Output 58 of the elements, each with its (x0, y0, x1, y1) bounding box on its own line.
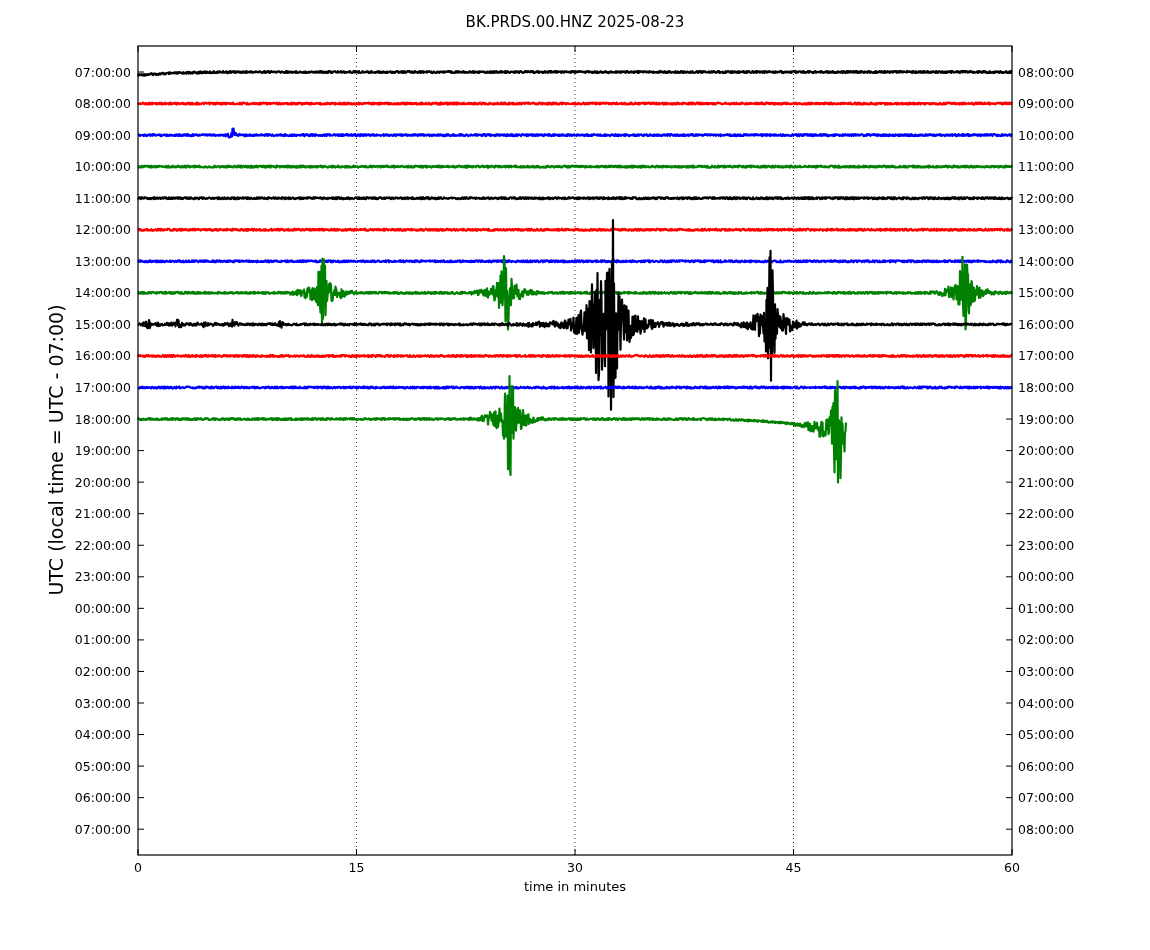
x-axis-tick-label: 45 (785, 860, 802, 875)
x-axis-tick-label: 15 (348, 860, 365, 875)
y-axis-tick-label: 11:00:00 (74, 190, 131, 206)
y-axis-tick-label: 13:00:00 (1018, 222, 1075, 238)
y-axis-tick-label: 16:00:00 (1018, 316, 1075, 332)
y-axis-tick-label: 08:00:00 (1018, 64, 1075, 80)
y-axis-tick-label: 21:00:00 (1018, 474, 1075, 490)
y-axis-tick-label: 22:00:00 (1018, 506, 1075, 522)
y-axis-label: UTC (local time = UTC - 07:00) (45, 304, 67, 596)
y-axis-tick-label: 14:00:00 (1018, 253, 1075, 269)
y-axis-tick-label: 08:00:00 (1018, 821, 1075, 837)
y-axis-tick-label: 02:00:00 (74, 663, 131, 679)
y-axis-tick-label: 01:00:00 (74, 632, 131, 648)
y-axis-tick-label: 04:00:00 (1018, 695, 1075, 711)
y-axis-tick-label: 07:00:00 (74, 64, 131, 80)
y-axis-tick-label: 07:00:00 (1018, 790, 1075, 806)
y-axis-tick-label: 23:00:00 (74, 569, 131, 585)
y-axis-tick-label: 20:00:00 (74, 474, 131, 490)
y-axis-tick-label: 14:00:00 (74, 285, 131, 301)
y-axis-tick-label: 09:00:00 (74, 127, 131, 143)
y-axis-tick-label: 22:00:00 (74, 537, 131, 553)
y-axis-tick-label: 02:00:00 (1018, 632, 1075, 648)
y-axis-tick-label: 03:00:00 (1018, 663, 1075, 679)
x-axis-tick-label: 30 (567, 860, 583, 875)
y-axis-tick-label: 00:00:00 (1018, 569, 1075, 585)
y-axis-tick-label: 17:00:00 (1018, 348, 1075, 364)
chart-title: BK.PRDS.00.HNZ 2025-08-23 (465, 13, 685, 31)
y-axis-tick-label: 17:00:00 (74, 380, 131, 395)
y-axis-tick-label: 10:00:00 (1018, 127, 1075, 143)
y-axis-tick-label: 06:00:00 (74, 790, 131, 806)
y-axis-tick-label: 18:00:00 (74, 411, 131, 427)
x-axis-tick-label: 0 (134, 860, 142, 875)
x-axis-label: time in minutes (523, 879, 627, 894)
y-axis-tick-label: 19:00:00 (74, 443, 131, 459)
y-axis-tick-label: 12:00:00 (74, 222, 131, 238)
y-axis-tick-label: 12:00:00 (1018, 190, 1075, 206)
y-axis-tick-label: 00:00:00 (74, 600, 131, 616)
y-axis-tick-label: 03:00:00 (74, 695, 131, 711)
y-axis-tick-label: 20:00:00 (1018, 443, 1075, 459)
y-axis-tick-label: 05:00:00 (1018, 727, 1075, 743)
y-axis-tick-label: 15:00:00 (74, 316, 131, 332)
y-axis-tick-label: 18:00:00 (1018, 380, 1075, 395)
x-axis-tick-label: 60 (1004, 860, 1020, 875)
y-axis-tick-label: 04:00:00 (74, 727, 131, 743)
y-axis-tick-label: 21:00:00 (74, 506, 131, 522)
y-axis-tick-label: 01:00:00 (1018, 600, 1075, 616)
y-axis-tick-label: 05:00:00 (74, 758, 131, 774)
y-axis-tick-label: 11:00:00 (1018, 159, 1075, 175)
y-axis-tick-label: 19:00:00 (1018, 411, 1075, 427)
y-axis-tick-label: 09:00:00 (1018, 96, 1075, 112)
y-axis-tick-label: 06:00:00 (1018, 758, 1075, 774)
y-axis-tick-label: 08:00:00 (74, 96, 131, 112)
y-axis-tick-label: 13:00:00 (74, 253, 131, 269)
y-axis-tick-label: 23:00:00 (1018, 537, 1075, 553)
y-axis-tick-label: 15:00:00 (1018, 285, 1075, 301)
y-axis-tick-label: 16:00:00 (74, 348, 131, 364)
y-axis-tick-label: 10:00:00 (74, 159, 131, 175)
y-axis-tick-label: 07:00:00 (74, 821, 131, 837)
